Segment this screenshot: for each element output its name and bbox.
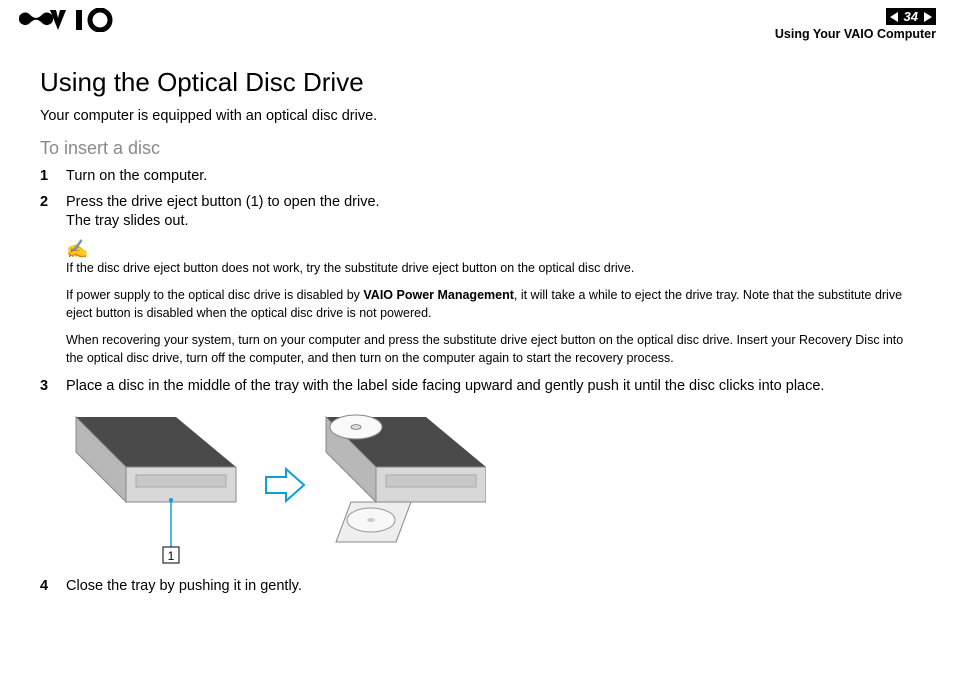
page-content: Using the Optical Disc Drive Your comput… bbox=[0, 41, 954, 596]
callout-number: 1 bbox=[168, 549, 175, 563]
step-number: 1 bbox=[40, 167, 66, 187]
step-line: The tray slides out. bbox=[66, 213, 189, 229]
step-text: Place a disc in the middle of the tray w… bbox=[66, 377, 918, 397]
step-text: Press the drive eject button (1) to open… bbox=[66, 193, 918, 232]
section-name: Using Your VAIO Computer bbox=[775, 27, 936, 41]
next-page-arrow-icon[interactable] bbox=[924, 12, 932, 22]
note-paragraph: When recovering your system, turn on you… bbox=[66, 332, 918, 367]
steps-list-continued: 3 Place a disc in the middle of the tray… bbox=[40, 377, 918, 397]
step-number: 3 bbox=[40, 377, 66, 397]
step-text: Close the tray by pushing it in gently. bbox=[66, 577, 918, 597]
header-right: 34 Using Your VAIO Computer bbox=[775, 8, 936, 41]
page-number: 34 bbox=[904, 9, 918, 24]
page-header: 34 Using Your VAIO Computer bbox=[0, 0, 954, 41]
bold-text: VAIO Power Management bbox=[363, 288, 514, 302]
step-3: 3 Place a disc in the middle of the tray… bbox=[40, 377, 918, 397]
steps-list-final: 4 Close the tray by pushing it in gently… bbox=[40, 577, 918, 597]
note-icon: ✍ bbox=[66, 240, 918, 258]
note-block: ✍ If the disc drive eject button does no… bbox=[66, 240, 918, 368]
subheading: To insert a disc bbox=[40, 138, 918, 159]
step-number: 4 bbox=[40, 577, 66, 597]
steps-list: 1 Turn on the computer. 2 Press the driv… bbox=[40, 167, 918, 232]
note-paragraph: If the disc drive eject button does not … bbox=[66, 260, 918, 278]
step-2: 2 Press the drive eject button (1) to op… bbox=[40, 193, 918, 232]
vaio-logo bbox=[18, 8, 128, 32]
step-text: Turn on the computer. bbox=[66, 167, 918, 187]
intro-text: Your computer is equipped with an optica… bbox=[40, 108, 918, 124]
note-paragraph: If power supply to the optical disc driv… bbox=[66, 287, 918, 322]
step-1: 1 Turn on the computer. bbox=[40, 167, 918, 187]
prev-page-arrow-icon[interactable] bbox=[890, 12, 898, 22]
page-navigation: 34 bbox=[886, 8, 936, 25]
disc-drive-illustration: 1 bbox=[66, 407, 918, 567]
page-title: Using the Optical Disc Drive bbox=[40, 67, 918, 98]
step-4: 4 Close the tray by pushing it in gently… bbox=[40, 577, 918, 597]
step-number: 2 bbox=[40, 193, 66, 232]
step-line: Press the drive eject button (1) to open… bbox=[66, 194, 380, 210]
